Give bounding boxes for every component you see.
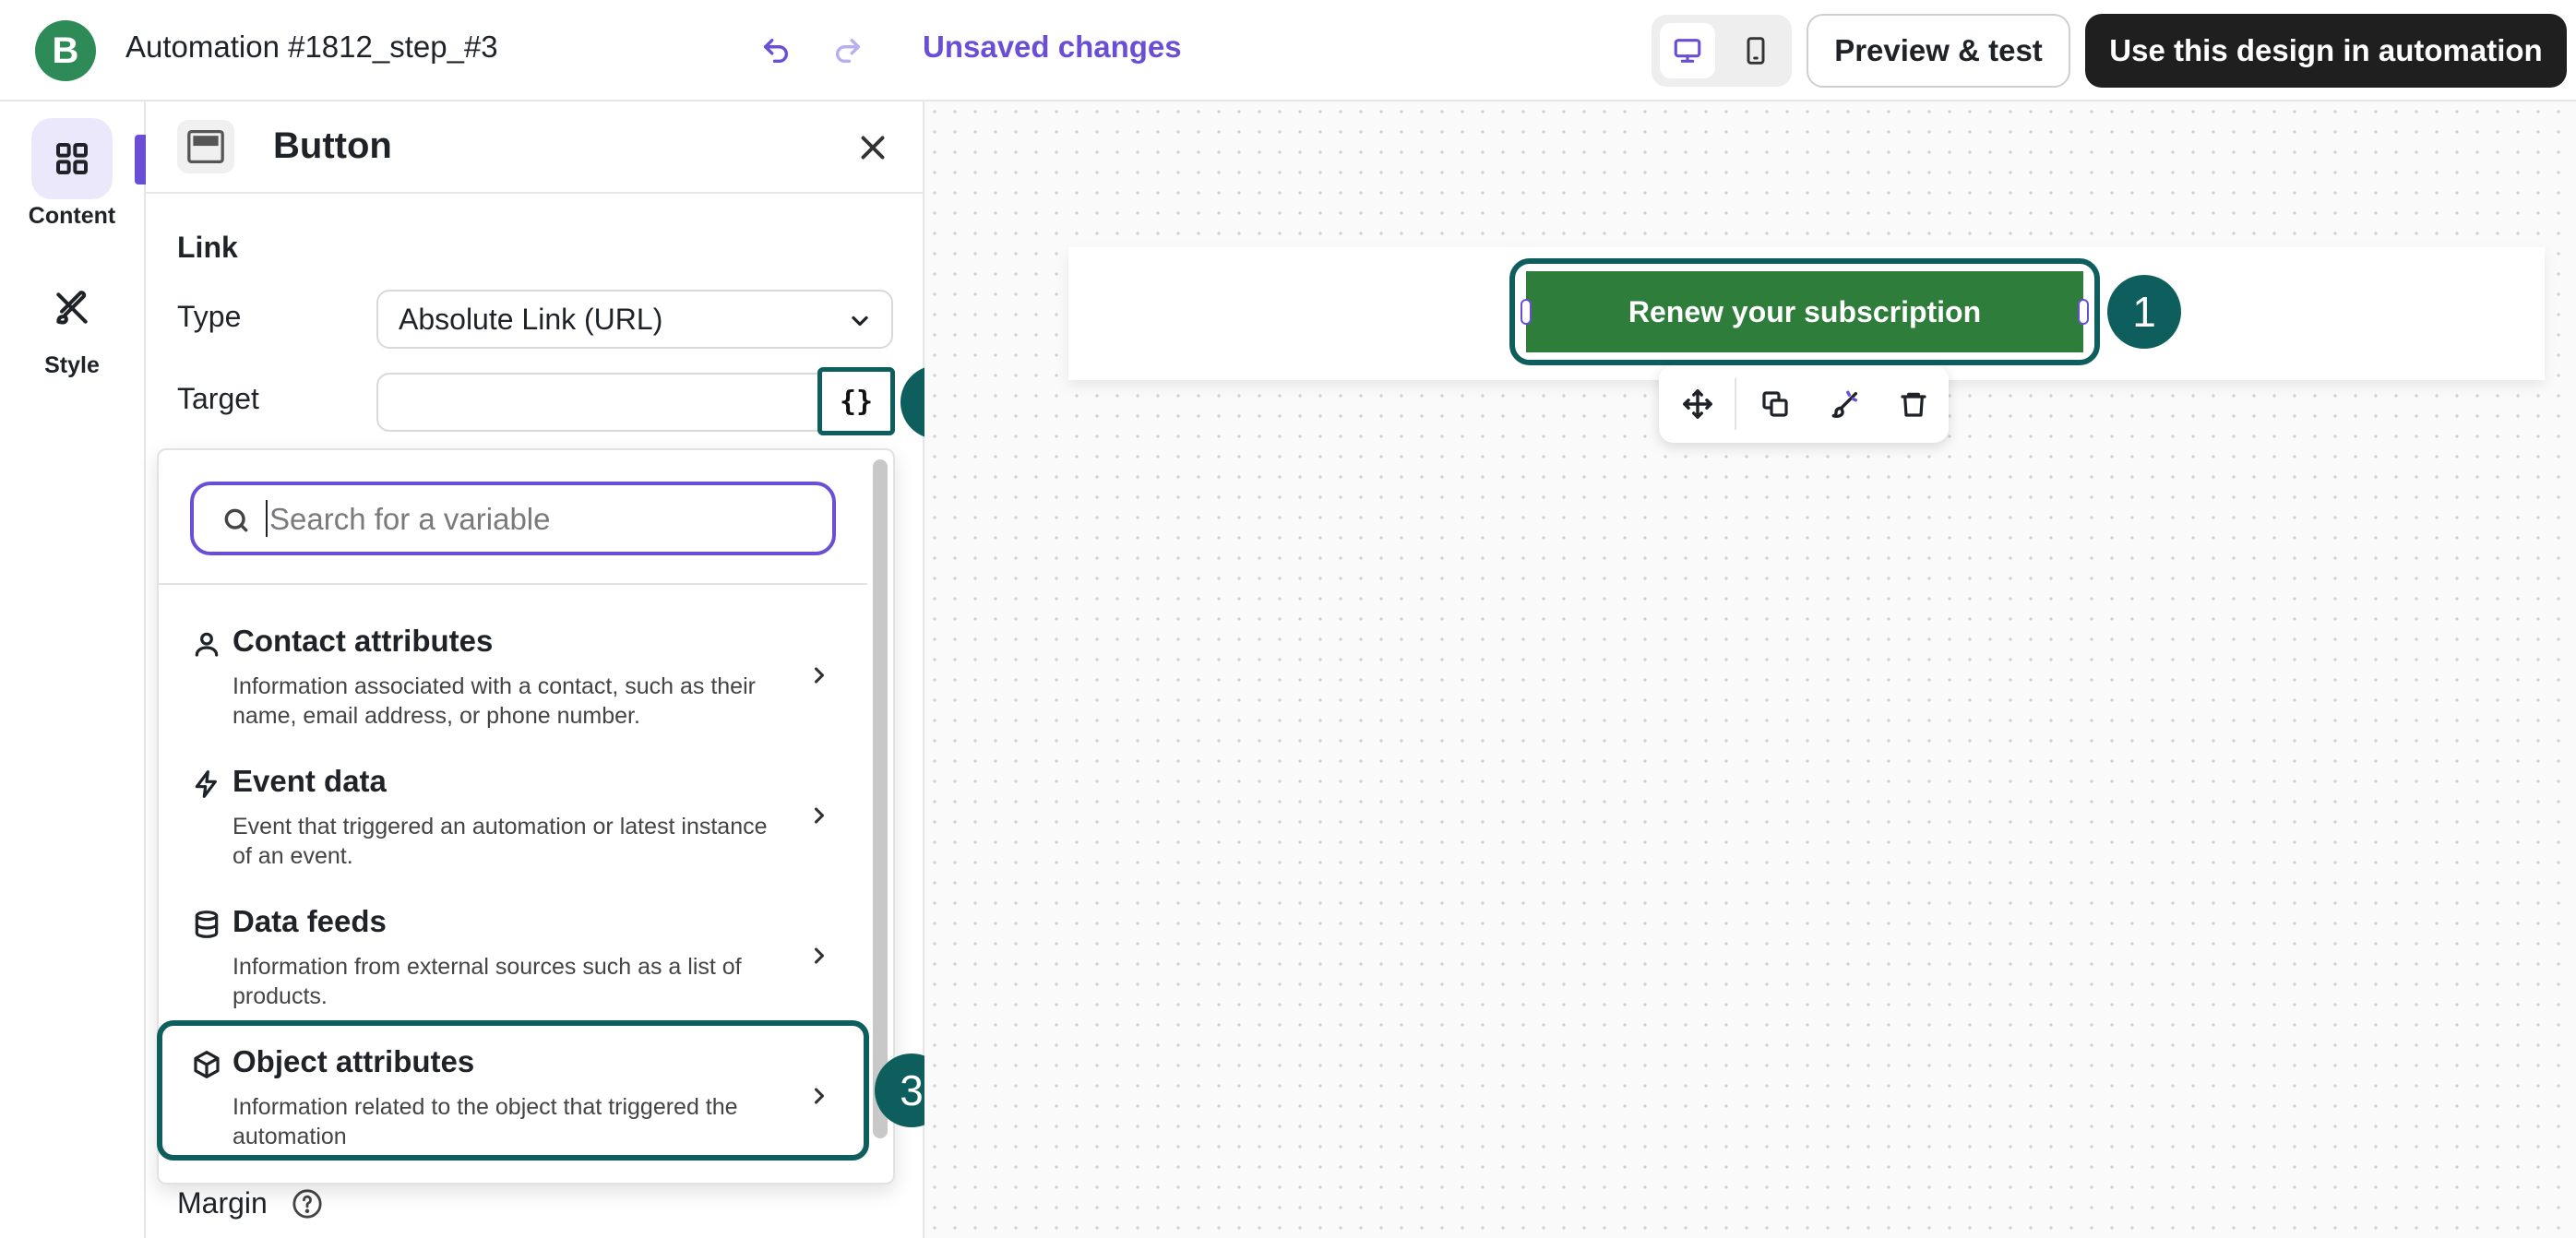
callout-highlight-object-attributes (157, 1020, 869, 1161)
resize-handle-right[interactable] (2078, 299, 2089, 325)
renew-subscription-button[interactable]: Renew your subscription (1526, 271, 2083, 352)
database-icon (195, 911, 219, 938)
mobile-icon (1747, 37, 1765, 65)
dropdown-item-description: Event that triggered an automation or la… (233, 814, 768, 869)
chevron-right-icon (814, 807, 825, 824)
type-select[interactable]: Absolute Link (URL) (376, 290, 893, 349)
dropdown-item-description: Information from external sources such a… (233, 954, 742, 1009)
toolbar-divider (1735, 378, 1736, 430)
redo-button[interactable] (827, 30, 869, 72)
chevron-right-icon (814, 667, 825, 684)
dropdown-item-contact-attributes[interactable]: Contact attributes Information associate… (159, 616, 867, 755)
rail-label-style: Style (44, 352, 100, 378)
rail-item-content[interactable]: Content (0, 118, 144, 230)
resize-handle-left[interactable] (1521, 299, 1532, 325)
chevron-right-icon (814, 947, 825, 964)
dropdown-scrollbar[interactable] (873, 459, 888, 1138)
rail-label-content: Content (28, 203, 116, 229)
dropdown-item-description: Information associated with a contact, s… (233, 673, 756, 729)
button-block-icon (177, 120, 234, 173)
person-icon (195, 632, 219, 657)
desktop-view-button[interactable] (1660, 23, 1715, 78)
preview-test-button[interactable]: Preview & test (1807, 14, 2070, 88)
paint-brush-icon (1831, 390, 1858, 418)
move-button[interactable] (1676, 382, 1720, 426)
dropdown-divider (159, 583, 867, 585)
insert-variable-button[interactable]: {} (817, 367, 895, 435)
type-label: Type (177, 300, 242, 333)
search-placeholder: Search for a variable (269, 502, 551, 536)
block-toolbar (1659, 365, 1949, 443)
automation-title[interactable]: Automation #1812_step_#3 (125, 30, 498, 65)
close-panel-button[interactable] (851, 125, 895, 170)
mobile-view-button[interactable] (1728, 23, 1783, 78)
text-caret (266, 500, 268, 537)
desktop-icon (1674, 39, 1701, 63)
unsaved-status: Unsaved changes (923, 30, 1182, 64)
variable-search-input[interactable]: Search for a variable (190, 482, 836, 555)
redo-icon (836, 38, 861, 64)
help-icon[interactable] (292, 1188, 323, 1220)
dropdown-item-data-feeds[interactable]: Data feeds Information from external sou… (159, 897, 867, 1035)
panel-header: Button (146, 101, 923, 194)
undo-button[interactable] (755, 30, 797, 72)
type-select-value: Absolute Link (URL) (399, 302, 663, 336)
target-label: Target (177, 382, 259, 415)
device-toggle (1652, 15, 1792, 87)
close-icon (861, 136, 885, 160)
target-input[interactable] (376, 373, 893, 432)
left-rail: Content Style (0, 101, 148, 1238)
chevron-down-icon (852, 315, 868, 327)
duplicate-icon (1762, 391, 1788, 417)
duplicate-button[interactable] (1753, 382, 1797, 426)
dropdown-item-title: Event data (233, 764, 387, 798)
rail-item-style[interactable]: Style (0, 268, 144, 379)
brand-logo[interactable]: B (35, 20, 96, 81)
dropdown-item-title: Data feeds (233, 904, 387, 938)
search-icon (224, 508, 248, 532)
move-icon (1683, 389, 1712, 419)
delete-button[interactable] (1891, 382, 1936, 426)
grid-icon (31, 118, 113, 199)
top-bar: B Automation #1812_step_#3 Unsaved chang… (0, 0, 2576, 101)
use-design-button[interactable]: Use this design in automation (2085, 14, 2567, 88)
dropdown-item-title: Contact attributes (233, 624, 494, 658)
margin-label: Margin (177, 1186, 268, 1220)
link-section-heading: Link (177, 231, 238, 264)
callout-badge-1: 1 (2107, 275, 2181, 349)
undo-icon (763, 38, 788, 64)
brush-icon (31, 268, 113, 349)
dropdown-item-event-data[interactable]: Event data Event that triggered an autom… (159, 756, 867, 895)
trash-icon (1901, 392, 1926, 417)
style-button[interactable] (1823, 382, 1867, 426)
design-canvas[interactable]: Renew your subscription 1 (924, 101, 2576, 1238)
lightning-icon (195, 770, 217, 798)
panel-title: Button (273, 125, 392, 166)
